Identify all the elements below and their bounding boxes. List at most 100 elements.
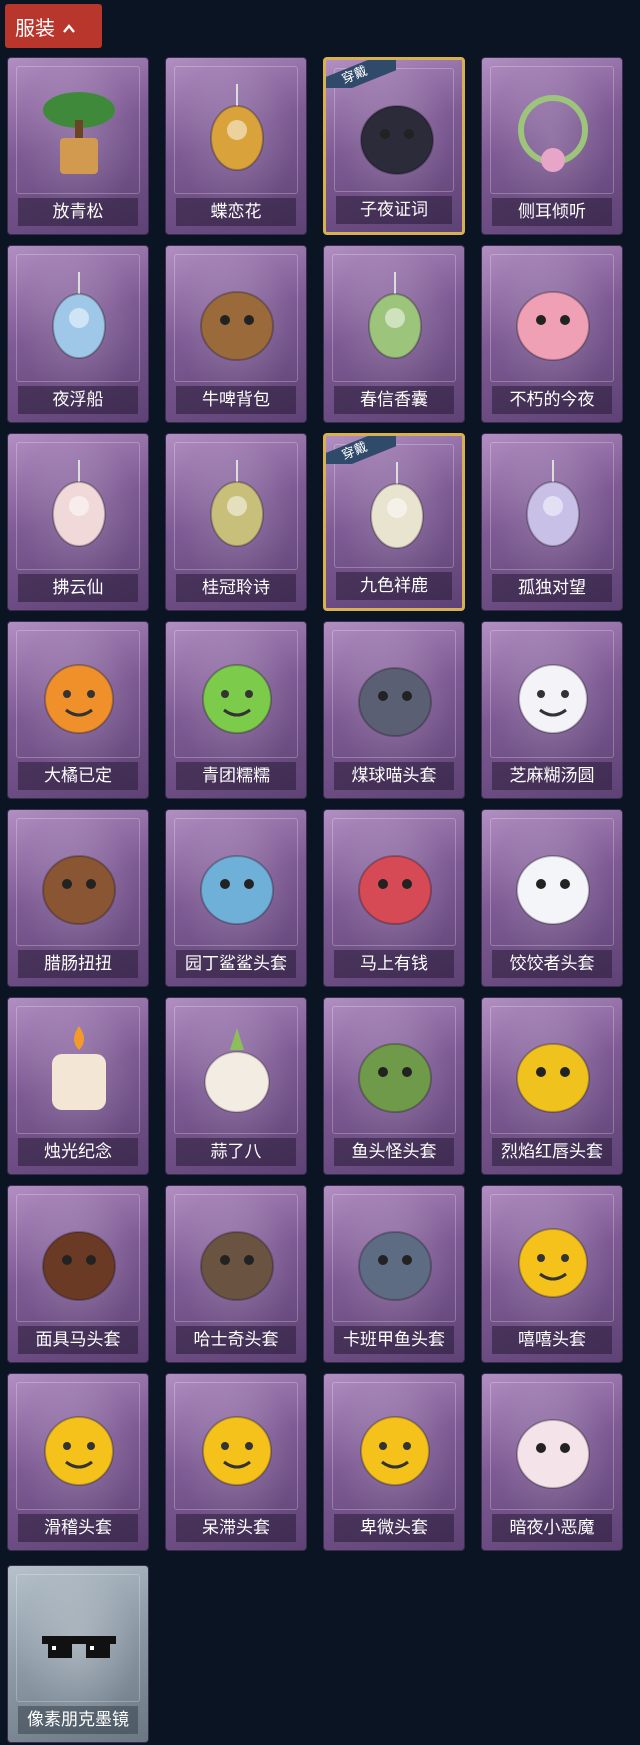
costume-card[interactable]: 芝麻糊汤圆: [481, 621, 623, 799]
husky-icon: [200, 1231, 274, 1301]
grin-emoji-icon: [518, 1228, 588, 1298]
doll-charm-icon: [526, 460, 580, 547]
costume-card-label: 桂冠聆诗: [176, 574, 296, 602]
costume-card[interactable]: 马上有钱: [323, 809, 465, 987]
equipped-ribbon-label: 穿戴: [326, 436, 396, 464]
garlic-icon: [204, 1028, 270, 1113]
candle-icon: [52, 1026, 106, 1110]
costume-card[interactable]: 青团糯糯: [165, 621, 307, 799]
costume-card[interactable]: 穿戴九色祥鹿: [323, 433, 465, 611]
shark-icon: [200, 855, 274, 925]
costume-card[interactable]: 春信香囊: [323, 245, 465, 423]
costume-card[interactable]: 卡班甲鱼头套: [323, 1185, 465, 1363]
costume-card-label: 蒜了八: [176, 1138, 296, 1166]
costume-card-label: 嘻嘻头套: [492, 1326, 612, 1354]
costume-card[interactable]: 侧耳倾听: [481, 57, 623, 235]
red-horse-icon: [358, 855, 432, 925]
costume-card-label: 牛啤背包: [176, 386, 296, 414]
costume-card[interactable]: 面具马头套: [7, 1185, 149, 1363]
costume-card-label: 不朽的今夜: [492, 386, 612, 414]
laurel-doll-icon: [210, 460, 264, 547]
dazed-emoji-icon: [202, 1416, 272, 1486]
costume-card-label: 呆滞头套: [176, 1514, 296, 1542]
costume-card[interactable]: 园丁鲨鲨头套: [165, 809, 307, 987]
costume-card-label: 鱼头怪头套: [334, 1138, 454, 1166]
costume-card[interactable]: 不朽的今夜: [481, 245, 623, 423]
costume-card-label: 马上有钱: [334, 950, 454, 978]
costume-card[interactable]: 卑微头套: [323, 1373, 465, 1551]
costume-card-label: 暗夜小恶魔: [492, 1514, 612, 1542]
horse-mask-icon: [42, 1231, 116, 1301]
costume-card[interactable]: 鱼头怪头套: [323, 997, 465, 1175]
pixel-sunglasses-icon: [42, 1636, 116, 1658]
sausage-dog-icon: [42, 855, 116, 925]
costume-card-label: 卑微头套: [334, 1514, 454, 1542]
costume-card-label: 烈焰红唇头套: [492, 1138, 612, 1166]
costume-card-label: 拂云仙: [18, 574, 138, 602]
costume-card[interactable]: 腊肠扭扭: [7, 809, 149, 987]
costume-card[interactable]: 大橘已定: [7, 621, 149, 799]
fish-head-icon: [358, 1043, 432, 1113]
costume-grid: 放青松 蝶恋花 穿戴 子夜证词 侧耳倾听 夜浮船 牛啤背包 春信香囊 不朽的今夜 拂云仙 桂冠聆诗穿…: [0, 0, 640, 1745]
black-cat-icon: [358, 667, 432, 737]
costume-card[interactable]: 蒜了八: [165, 997, 307, 1175]
costume-card-label: 蝶恋花: [176, 198, 296, 226]
humble-emoji-icon: [360, 1416, 430, 1486]
pink-fox-icon: [516, 291, 590, 361]
flower-wreath-icon: [518, 95, 588, 172]
funny-emoji-icon: [44, 1416, 114, 1486]
costume-card-label: 滑稽头套: [18, 1514, 138, 1542]
costume-card[interactable]: 煤球喵头套: [323, 621, 465, 799]
costume-card-label: 大橘已定: [18, 762, 138, 790]
costume-card[interactable]: 呆滞头套: [165, 1373, 307, 1551]
whale-icon: [358, 1231, 432, 1301]
costume-card-label: 像素朋克墨镜: [18, 1706, 138, 1734]
costume-card[interactable]: 桂冠聆诗: [165, 433, 307, 611]
costume-card[interactable]: 暗夜小恶魔: [481, 1373, 623, 1551]
costume-card[interactable]: 烈焰红唇头套: [481, 997, 623, 1175]
costume-card[interactable]: 像素朋克墨镜: [7, 1565, 149, 1743]
costume-card[interactable]: 夜浮船: [7, 245, 149, 423]
costume-card[interactable]: 蝶恋花: [165, 57, 307, 235]
costume-card-label: 孤独对望: [492, 574, 612, 602]
bell-ornament-icon: [210, 84, 264, 171]
bonsai-tree-icon: [43, 92, 115, 174]
equipped-ribbon: 穿戴: [326, 60, 396, 88]
costume-card-label: 侧耳倾听: [492, 198, 612, 226]
orange-slice-icon: [44, 664, 114, 734]
costume-card-label: 园丁鲨鲨头套: [176, 950, 296, 978]
costume-card-label: 饺饺者头套: [492, 950, 612, 978]
costume-card[interactable]: 孤独对望: [481, 433, 623, 611]
costume-card[interactable]: 牛啤背包: [165, 245, 307, 423]
costume-card[interactable]: 嘻嘻头套: [481, 1185, 623, 1363]
costume-card[interactable]: 放青松: [7, 57, 149, 235]
costume-card-label: 面具马头套: [18, 1326, 138, 1354]
costume-card[interactable]: 滑稽头套: [7, 1373, 149, 1551]
green-mochi-icon: [202, 664, 272, 734]
costume-card-label: 青团糯糯: [176, 762, 296, 790]
costume-card-label: 芝麻糊汤圆: [492, 762, 612, 790]
costume-card-label: 卡班甲鱼头套: [334, 1326, 454, 1354]
yellow-mouse-icon: [516, 1043, 590, 1113]
equipped-ribbon-label: 穿戴: [326, 60, 396, 88]
costume-card[interactable]: 烛光纪念: [7, 997, 149, 1175]
sachet-icon: [368, 272, 422, 359]
costume-card-label: 夜浮船: [18, 386, 138, 414]
crow-doll-icon: [360, 105, 434, 175]
costume-card-label: 烛光纪念: [18, 1138, 138, 1166]
equipped-ribbon: 穿戴: [326, 436, 396, 464]
cow-barrel-icon: [200, 291, 274, 361]
costume-card[interactable]: 饺饺者头套: [481, 809, 623, 987]
costume-card-label: 煤球喵头套: [334, 762, 454, 790]
deer-charm-icon: [370, 462, 424, 549]
costume-card-label: 哈士奇头套: [176, 1326, 296, 1354]
costume-card-label: 放青松: [18, 198, 138, 226]
costume-card[interactable]: 穿戴 子夜证词: [323, 57, 465, 235]
rice-ball-icon: [518, 664, 588, 734]
costume-card-label: 腊肠扭扭: [18, 950, 138, 978]
costume-card[interactable]: 拂云仙: [7, 433, 149, 611]
costume-card-label: 春信香囊: [334, 386, 454, 414]
costume-card-label: 九色祥鹿: [336, 572, 452, 600]
fairy-charm-icon: [52, 460, 106, 547]
costume-card[interactable]: 哈士奇头套: [165, 1185, 307, 1363]
